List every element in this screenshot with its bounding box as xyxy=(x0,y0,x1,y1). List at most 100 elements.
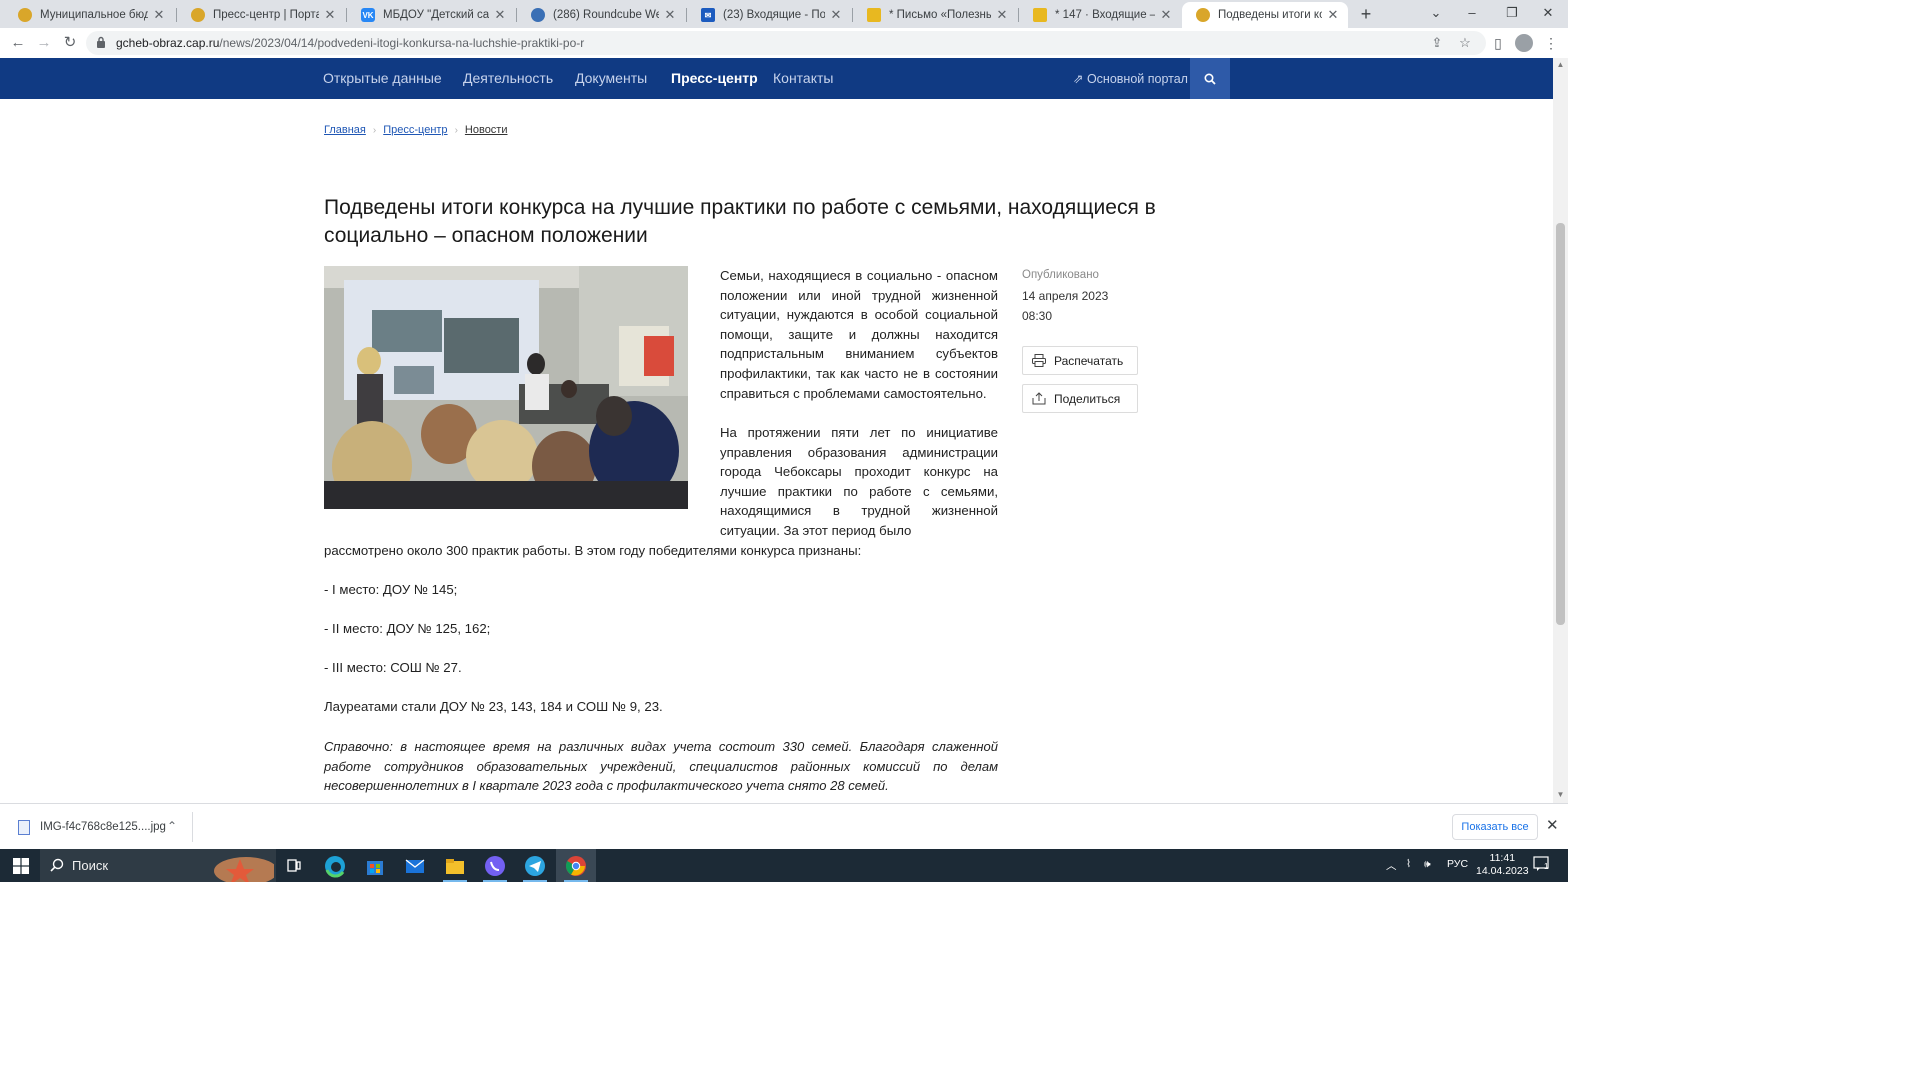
windows-taskbar: Поиск ︿ ⌇ 🕪 РУС 11:41 14.04.2023 1 xyxy=(0,849,1568,882)
close-tab-icon[interactable]: ✕ xyxy=(995,7,1009,23)
close-tab-icon[interactable]: ✕ xyxy=(493,7,507,23)
browser-tab[interactable]: * 147 · Входящие — Янде ✕ xyxy=(1019,2,1181,28)
bookmark-star-icon[interactable]: ☆ xyxy=(1456,34,1474,52)
notification-center-icon[interactable]: 1 xyxy=(1533,856,1551,872)
breadcrumb-press-center[interactable]: Пресс-центр xyxy=(383,124,447,136)
input-language[interactable]: РУС xyxy=(1447,858,1468,870)
close-tab-icon[interactable]: ✕ xyxy=(152,7,166,23)
taskbar-clock[interactable]: 11:41 14.04.2023 xyxy=(1476,852,1529,878)
close-tab-icon[interactable]: ✕ xyxy=(829,7,843,23)
side-panel-icon[interactable]: ▯ xyxy=(1489,34,1507,52)
tray-chevron-up-icon[interactable]: ︿ xyxy=(1386,858,1397,873)
running-indicator xyxy=(523,880,547,882)
browser-toolbar: ← → ↻ gcheb-obraz.cap.ru/news/2023/04/14… xyxy=(0,28,1568,59)
downloads-bar: IMG-f4c768c8e125....jpg ⌃ Показать все ✕ xyxy=(0,803,1568,850)
nav-contacts[interactable]: Контакты xyxy=(773,70,833,86)
windows-start-icon[interactable] xyxy=(13,858,29,874)
file-explorer-icon[interactable] xyxy=(443,854,467,878)
image-file-icon xyxy=(18,820,30,835)
main-portal-link[interactable]: ⇗ Основной портал xyxy=(1073,71,1188,86)
menu-kebab-icon[interactable]: ⋮ xyxy=(1542,34,1560,52)
gerb-icon xyxy=(1196,8,1210,22)
close-tab-icon[interactable]: ✕ xyxy=(663,7,677,23)
yandex-mail-icon xyxy=(867,8,881,22)
scroll-up-arrow-icon[interactable]: ▲ xyxy=(1556,61,1565,69)
nav-activity[interactable]: Деятельность xyxy=(463,70,553,86)
browser-tab[interactable]: (286) Roundcube Webmail ✕ xyxy=(517,2,685,28)
share-icon xyxy=(1032,392,1046,405)
page-scrollbar[interactable]: ▲ ▼ xyxy=(1553,58,1568,803)
edge-icon[interactable] xyxy=(323,854,347,878)
browser-tab[interactable]: Пресс-центр | Портал орг ✕ xyxy=(177,2,345,28)
volume-icon[interactable]: 🕪 xyxy=(1424,858,1431,871)
article-paragraph-2: На протяжении пяти лет по инициативе упр… xyxy=(720,425,998,538)
task-view-icon[interactable] xyxy=(282,854,306,878)
running-indicator xyxy=(443,880,467,882)
browser-tab-active[interactable]: Подведены итоги конкур ✕ xyxy=(1182,2,1348,28)
minimize-window-icon[interactable]: – xyxy=(1452,0,1492,28)
article-photo[interactable] xyxy=(324,266,688,509)
viber-icon[interactable] xyxy=(483,854,507,878)
breadcrumb-chevron-icon: › xyxy=(372,125,377,136)
place-second: - II место: ДОУ № 125, 162; xyxy=(324,621,491,636)
address-bar[interactable]: gcheb-obraz.cap.ru/news/2023/04/14/podve… xyxy=(86,31,1486,55)
mail-icon: ✉ xyxy=(701,8,715,22)
breadcrumb-home[interactable]: Главная xyxy=(324,124,366,136)
published-label: Опубликовано xyxy=(1022,269,1099,281)
chrome-taskbar-slot[interactable] xyxy=(556,849,596,882)
article-paragraph-1: Семьи, находящиеся в социально - опасном… xyxy=(720,268,998,401)
nav-press-center[interactable]: Пресс-центр xyxy=(671,70,758,86)
published-date: 14 апреля 2023 xyxy=(1022,289,1109,303)
download-filename: IMG-f4c768c8e125....jpg xyxy=(40,821,166,833)
close-downloads-icon[interactable]: ✕ xyxy=(1546,816,1559,834)
yandex-mail-icon xyxy=(1033,8,1047,22)
tab-search-chevron-icon[interactable]: ⌄ xyxy=(1416,0,1456,28)
forward-arrow-icon[interactable]: → xyxy=(34,33,54,53)
site-search-button[interactable] xyxy=(1190,58,1230,99)
seminar-photo-image xyxy=(324,266,688,509)
mail-app-icon[interactable] xyxy=(403,854,427,878)
print-button[interactable]: Распечатать xyxy=(1022,346,1138,375)
nav-documents[interactable]: Документы xyxy=(575,70,647,86)
external-link-icon: ⇗ xyxy=(1073,72,1087,86)
close-tab-icon[interactable]: ✕ xyxy=(1159,7,1173,23)
network-icon[interactable]: ⌇ xyxy=(1406,858,1411,870)
close-tab-icon[interactable]: ✕ xyxy=(1326,7,1340,23)
close-window-icon[interactable]: ✕ xyxy=(1528,0,1568,28)
site-nav-bar: Открытые данные Деятельность Документы П… xyxy=(0,58,1553,99)
breadcrumb-news[interactable]: Новости xyxy=(465,124,508,136)
scrollbar-thumb[interactable] xyxy=(1556,223,1565,625)
browser-tab[interactable]: Муниципальное бюджетн ✕ xyxy=(4,2,174,28)
chrome-icon xyxy=(565,856,586,876)
breadcrumb: Главная › Пресс-центр › Новости xyxy=(324,124,508,136)
back-arrow-icon[interactable]: ← xyxy=(8,33,28,53)
roundcube-icon xyxy=(531,8,545,22)
article-paragraph-2-continued: рассмотрено около 300 практик работы. В … xyxy=(324,543,862,558)
new-tab-button[interactable]: + xyxy=(1356,4,1376,24)
browser-tab[interactable]: ✉ (23) Входящие - Почта М ✕ xyxy=(687,2,851,28)
maximize-window-icon[interactable]: ❐ xyxy=(1492,0,1532,28)
show-all-downloads-button[interactable]: Показать все xyxy=(1452,814,1538,840)
scroll-down-arrow-icon[interactable]: ▼ xyxy=(1556,791,1565,799)
running-indicator xyxy=(564,880,588,882)
share-page-icon[interactable]: ⇪ xyxy=(1428,34,1446,52)
place-first: - I место: ДОУ № 145; xyxy=(324,582,458,597)
chevron-up-icon[interactable]: ⌃ xyxy=(167,819,177,833)
browser-tab[interactable]: VK МБДОУ "Детский сад №2 ✕ xyxy=(347,2,515,28)
place-third: - III место: СОШ № 27. xyxy=(324,660,462,675)
close-tab-icon[interactable]: ✕ xyxy=(323,7,337,23)
search-highlight-image xyxy=(214,857,274,882)
reload-icon[interactable]: ↻ xyxy=(60,33,80,53)
share-button[interactable]: Поделиться xyxy=(1022,384,1138,413)
article-title: Подведены итоги конкурса на лучшие практ… xyxy=(324,196,1156,247)
browser-tab[interactable]: * Письмо «Полезный тру ✕ xyxy=(853,2,1017,28)
gerb-icon xyxy=(191,8,205,22)
taskbar-search-box[interactable]: Поиск xyxy=(40,849,276,882)
store-icon[interactable] xyxy=(363,854,387,878)
nav-open-data[interactable]: Открытые данные xyxy=(323,70,442,86)
profile-avatar-icon[interactable] xyxy=(1515,34,1533,52)
printer-icon xyxy=(1032,354,1046,367)
telegram-icon[interactable] xyxy=(523,854,547,878)
download-item[interactable]: IMG-f4c768c8e125....jpg ⌃ xyxy=(10,812,193,842)
search-icon xyxy=(50,858,64,872)
